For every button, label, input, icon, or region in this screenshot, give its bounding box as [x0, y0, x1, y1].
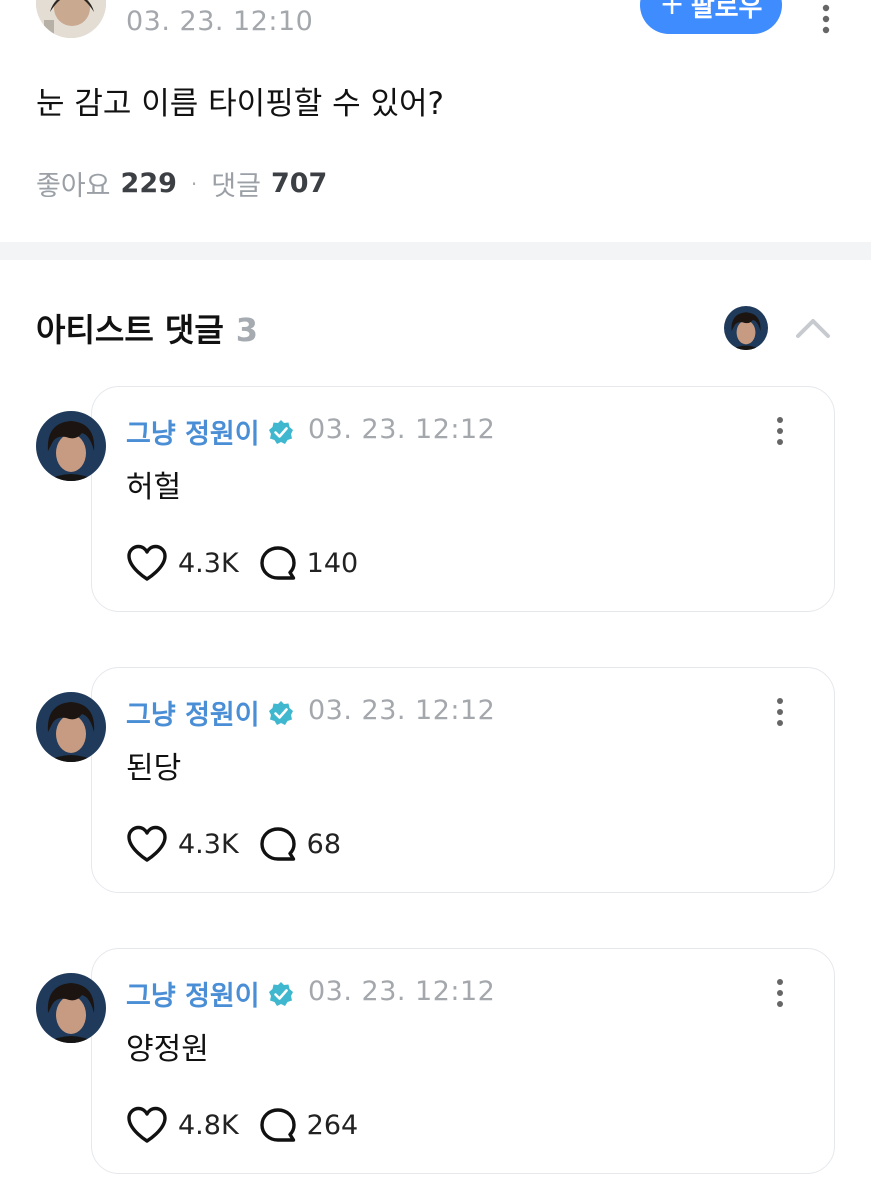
- comment-card: 그냥 정원이 03. 23. 12:12 양정원 4.8K 264: [0, 948, 871, 1174]
- follow-label: 팔로우: [690, 0, 763, 23]
- comments-count[interactable]: 707: [271, 168, 327, 199]
- comments-label[interactable]: 댓글: [211, 164, 261, 203]
- more-vertical-icon[interactable]: [770, 416, 790, 446]
- comment-text: 허헐: [126, 470, 182, 505]
- author-name[interactable]: 그냥 정원이: [126, 974, 260, 1013]
- comment-actions: 4.3K 140: [126, 544, 358, 582]
- reply-count: 264: [306, 1109, 359, 1141]
- post-text: 눈 감고 이름 타이핑할 수 있어?: [36, 86, 444, 122]
- comment-text: 양정원: [126, 1032, 209, 1067]
- comment-text: 된당: [126, 751, 182, 786]
- heart-icon: [127, 1106, 167, 1143]
- heart-icon: [127, 825, 167, 862]
- post-timestamp: 03. 23. 12:10: [126, 6, 314, 37]
- plus-icon: +: [659, 0, 685, 22]
- like-count: 4.8K: [178, 1109, 239, 1141]
- verified-badge-icon: [268, 700, 293, 725]
- avatar[interactable]: [36, 973, 106, 1043]
- like-button[interactable]: 4.8K: [126, 1106, 239, 1144]
- comment-bubble-icon: [259, 827, 296, 861]
- comment-actions: 4.8K 264: [126, 1106, 358, 1144]
- reply-button[interactable]: 68: [259, 826, 341, 862]
- more-vertical-icon[interactable]: [770, 978, 790, 1008]
- like-button[interactable]: 4.3K: [126, 825, 239, 863]
- stats-separator: ·: [190, 171, 198, 196]
- section-title-label: 아티스트 댓글: [36, 311, 224, 349]
- verified-badge-icon: [268, 419, 293, 444]
- more-vertical-icon[interactable]: [816, 4, 836, 34]
- heart-icon: [127, 544, 167, 581]
- artist-avatar[interactable]: [724, 306, 768, 350]
- verified-badge-icon: [268, 981, 293, 1006]
- follow-button[interactable]: + 팔로우: [640, 0, 782, 34]
- section-divider: [0, 242, 871, 260]
- like-count: 4.3K: [178, 547, 239, 579]
- comment-bubble-icon: [259, 1108, 296, 1142]
- author-name[interactable]: 그냥 정원이: [126, 693, 260, 732]
- likes-count: 229: [120, 168, 177, 199]
- section-title: 아티스트 댓글 3: [36, 305, 258, 351]
- author-name[interactable]: 그냥 정원이: [126, 412, 260, 451]
- comment-bubble-icon: [259, 546, 296, 580]
- post-header: 03. 23. 12:10 + 팔로우: [0, 0, 871, 60]
- avatar[interactable]: [36, 692, 106, 762]
- like-count: 4.3K: [178, 828, 239, 860]
- reply-count: 140: [306, 547, 359, 579]
- reply-button[interactable]: 140: [259, 545, 359, 581]
- more-vertical-icon[interactable]: [770, 697, 790, 727]
- reply-count: 68: [306, 828, 342, 860]
- comment-actions: 4.3K 68: [126, 825, 341, 863]
- section-count: 3: [235, 311, 259, 349]
- comment-card: 그냥 정원이 03. 23. 12:12 된당 4.3K 68: [0, 667, 871, 893]
- avatar[interactable]: [36, 411, 106, 481]
- comment-author[interactable]: 그냥 정원이: [126, 693, 294, 732]
- comment-timestamp: 03. 23. 12:12: [308, 976, 496, 1007]
- avatar[interactable]: [36, 0, 106, 38]
- comment-author[interactable]: 그냥 정원이: [126, 412, 294, 451]
- post-stats: 좋아요 229 · 댓글 707: [36, 164, 327, 203]
- chevron-up-icon[interactable]: [795, 316, 831, 340]
- reply-button[interactable]: 264: [259, 1107, 359, 1143]
- comment-card: 그냥 정원이 03. 23. 12:12 허헐 4.3K 140: [0, 386, 871, 612]
- comment-timestamp: 03. 23. 12:12: [308, 414, 496, 445]
- likes-label: 좋아요: [36, 171, 111, 202]
- comment-author[interactable]: 그냥 정원이: [126, 974, 294, 1013]
- comment-timestamp: 03. 23. 12:12: [308, 695, 496, 726]
- like-button[interactable]: 4.3K: [126, 544, 239, 582]
